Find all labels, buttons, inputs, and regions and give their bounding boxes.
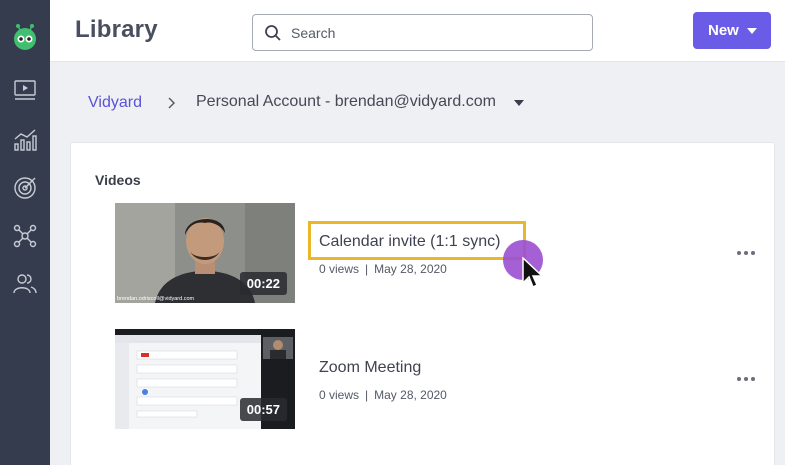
account-dropdown-caret-icon[interactable] xyxy=(514,100,524,106)
video-thumbnail[interactable]: 00:57 xyxy=(115,329,295,429)
meta-separator: | xyxy=(365,262,369,276)
title-highlight-box xyxy=(308,221,526,260)
top-bar: Library New xyxy=(50,0,785,62)
new-button[interactable]: New xyxy=(693,12,771,49)
page-title: Library xyxy=(75,16,158,43)
video-row[interactable]: 00:57 Zoom Meeting 0 views | May 28, 2020 xyxy=(71,329,776,431)
video-meta: 0 views | May 28, 2020 xyxy=(319,388,447,402)
team-nav-icon[interactable] xyxy=(11,270,39,298)
duration-badge: 00:22 xyxy=(239,272,287,295)
meta-separator: | xyxy=(365,388,369,402)
integrations-nav-icon[interactable] xyxy=(11,222,39,250)
chevron-down-icon xyxy=(746,27,757,34)
sidebar xyxy=(0,0,50,465)
more-options-icon[interactable] xyxy=(737,377,755,383)
video-thumbnail[interactable]: brendan.odriscoll@vidyard.com 00:22 xyxy=(115,203,295,303)
duration-badge: 00:57 xyxy=(239,398,287,421)
section-heading: Videos xyxy=(95,172,141,188)
thumbnail-caption: brendan.odriscoll@vidyard.com xyxy=(117,296,195,302)
view-count: 0 views xyxy=(319,388,360,402)
more-options-icon[interactable] xyxy=(737,251,755,257)
video-date: May 28, 2020 xyxy=(374,262,447,276)
breadcrumb-root-link[interactable]: Vidyard xyxy=(88,94,142,112)
targeting-nav-icon[interactable] xyxy=(11,174,39,202)
new-button-label: New xyxy=(708,22,739,39)
view-count: 0 views xyxy=(319,262,360,276)
search-box[interactable] xyxy=(252,14,593,51)
search-icon xyxy=(265,25,281,41)
search-input[interactable] xyxy=(291,23,581,43)
videos-nav-icon[interactable] xyxy=(11,76,39,104)
analytics-nav-icon[interactable] xyxy=(11,126,39,154)
vidyard-logo-icon[interactable] xyxy=(10,22,40,52)
mouse-cursor-icon xyxy=(522,257,544,289)
video-date: May 28, 2020 xyxy=(374,388,447,402)
videos-card: Videos brendan.odriscoll@vidyard.com 00:… xyxy=(70,142,775,465)
breadcrumb-account-selector[interactable]: Personal Account - brendan@vidyard.com xyxy=(196,93,496,111)
chevron-right-icon xyxy=(168,97,175,109)
video-meta: 0 views | May 28, 2020 xyxy=(319,262,447,276)
breadcrumb: Vidyard Personal Account - brendan@vidya… xyxy=(88,92,524,114)
video-title-link[interactable]: Zoom Meeting xyxy=(319,359,421,377)
